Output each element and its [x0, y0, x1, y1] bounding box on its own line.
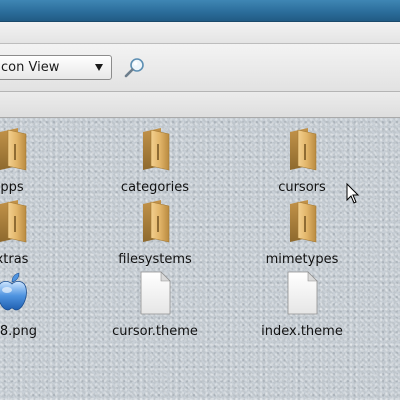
file-name: -48.png — [0, 324, 38, 339]
mouse-pointer-icon — [346, 183, 360, 204]
file-name: pps — [0, 180, 24, 195]
file-name: cursor.theme — [112, 324, 198, 339]
file-name: xtras — [0, 252, 29, 267]
menu-bar — [0, 22, 400, 44]
file-name: categories — [120, 180, 190, 195]
toolbar: con View — [0, 44, 400, 92]
view-mode-label: con View — [1, 60, 60, 75]
text-file-icon — [140, 271, 171, 315]
file-name: filesystems — [118, 252, 192, 267]
view-mode-dropdown[interactable]: con View — [0, 55, 112, 80]
file-view: pps categories cursors xtras fil — [0, 118, 400, 400]
folder-icon — [290, 128, 317, 171]
folder-icon — [143, 128, 170, 171]
folder-icon — [0, 200, 27, 243]
file-name: mimetypes — [265, 252, 339, 267]
folder-icon — [0, 128, 27, 171]
location-bar — [0, 92, 400, 118]
apple-logo-image-icon — [0, 272, 27, 311]
file-name: cursors — [278, 180, 326, 195]
search-icon[interactable] — [122, 55, 148, 81]
window-titlebar — [0, 0, 400, 22]
chevron-down-icon — [95, 64, 103, 71]
folder-icon — [290, 200, 317, 243]
file-name: index.theme — [261, 324, 343, 339]
text-file-icon — [287, 271, 318, 315]
folder-icon — [143, 200, 170, 243]
